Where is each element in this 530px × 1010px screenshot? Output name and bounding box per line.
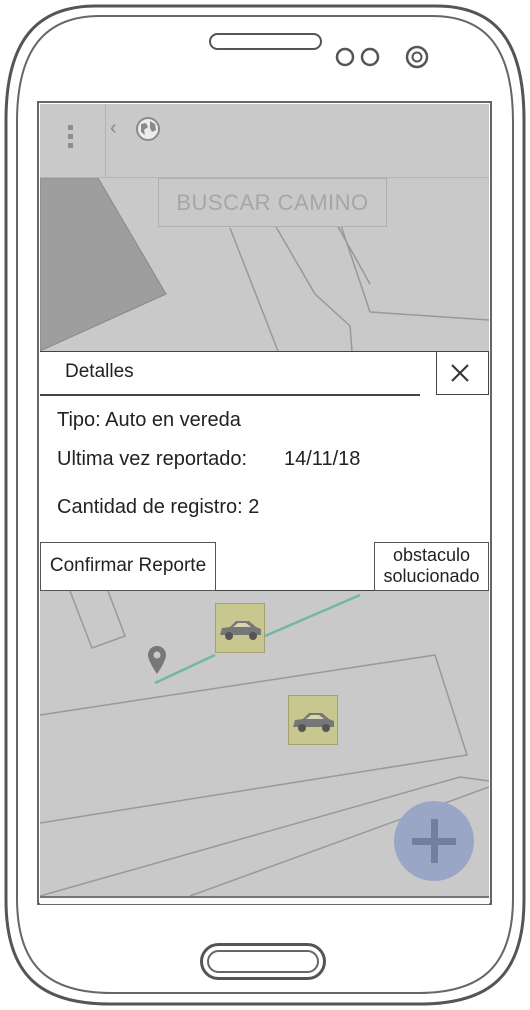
detail-last-reported-date: 14/11/18 bbox=[284, 448, 361, 470]
car-marker-1[interactable] bbox=[215, 603, 265, 653]
search-route-button[interactable]: BUSCAR CAMINO bbox=[158, 178, 387, 227]
screen-bottom-bar bbox=[40, 896, 489, 904]
details-title: Detalles bbox=[65, 361, 134, 382]
obstacle-solved-line1: obstaculo bbox=[392, 545, 471, 565]
car-icon bbox=[293, 713, 334, 732]
location-pin-icon[interactable] bbox=[146, 644, 168, 676]
car-icon bbox=[220, 621, 261, 640]
detail-count: Cantidad de registro: 2 bbox=[57, 496, 260, 518]
globe-icon[interactable] bbox=[135, 116, 161, 142]
back-chevron-icon[interactable]: ‹ bbox=[110, 116, 117, 140]
toolbar-divider bbox=[105, 104, 106, 178]
plus-icon bbox=[412, 819, 456, 863]
title-underline bbox=[40, 394, 420, 396]
obstacle-solved-line2: solucionado bbox=[383, 566, 480, 586]
detail-last-reported-label: Ultima vez reportado: bbox=[57, 448, 248, 470]
detail-type: Tipo: Auto en vereda bbox=[57, 409, 241, 431]
add-fab-button[interactable] bbox=[394, 801, 474, 881]
home-button[interactable] bbox=[200, 943, 326, 980]
obstacle-solved-button[interactable]: obstaculo solucionado bbox=[374, 542, 489, 591]
close-button[interactable] bbox=[436, 351, 489, 395]
close-icon bbox=[451, 364, 469, 382]
kebab-menu-icon[interactable] bbox=[64, 125, 76, 157]
confirm-report-button[interactable]: Confirmar Reporte bbox=[40, 542, 216, 591]
car-marker-2[interactable] bbox=[288, 695, 338, 745]
top-app-bar bbox=[40, 104, 489, 178]
